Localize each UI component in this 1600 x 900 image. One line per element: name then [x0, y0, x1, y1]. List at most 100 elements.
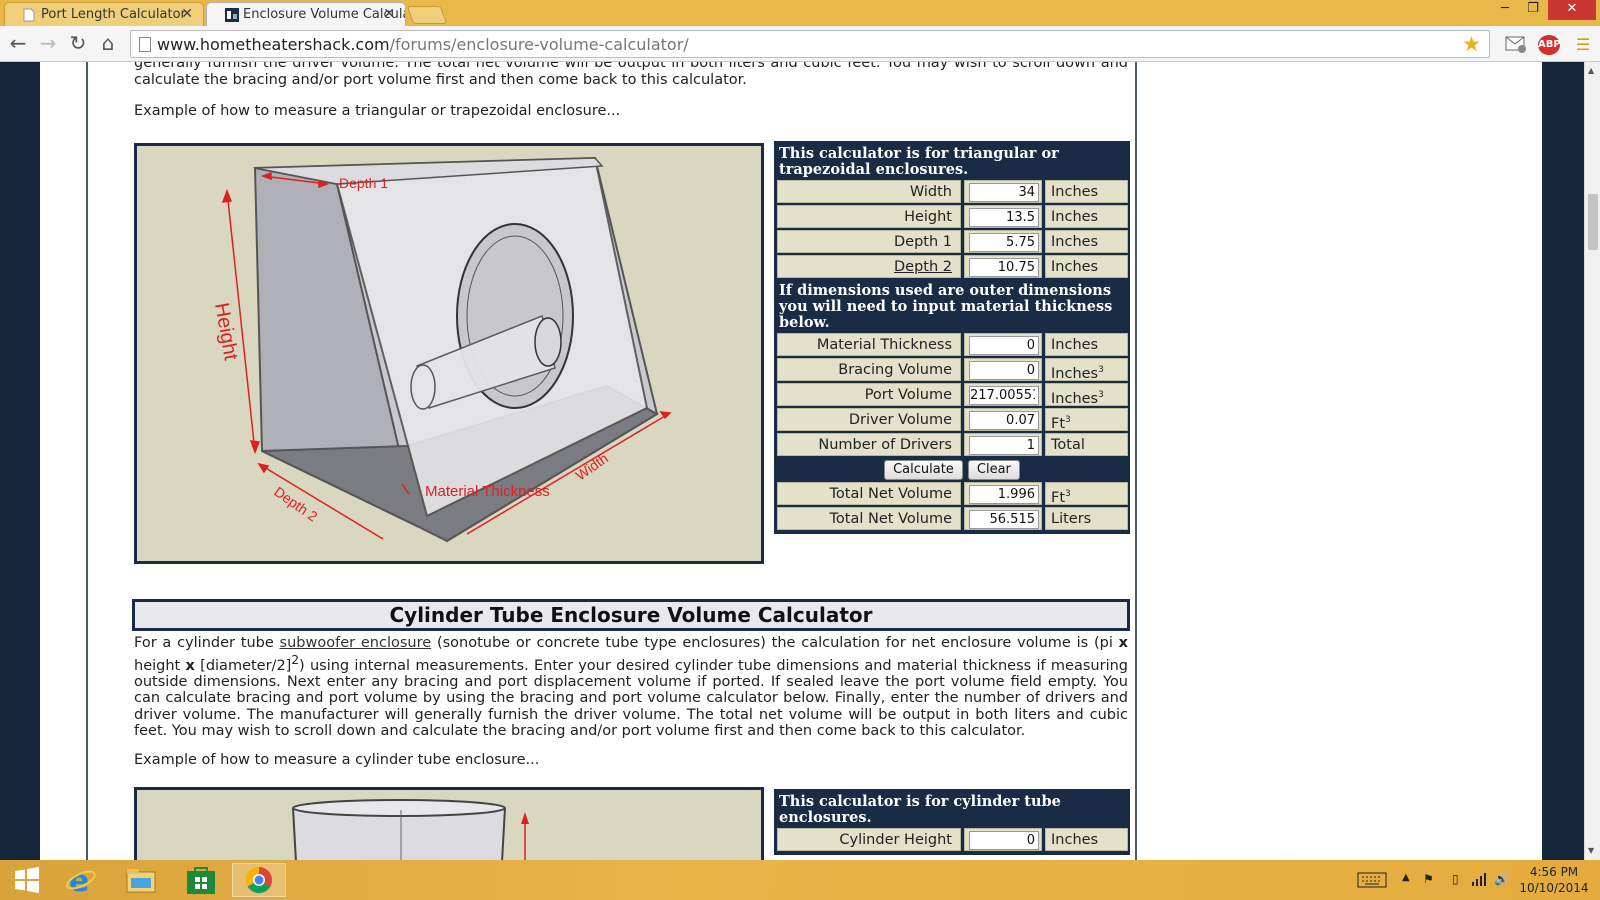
bookmark-star-icon[interactable]: ★ [1462, 32, 1481, 56]
driver-volume-unit: Ft3 [1045, 408, 1128, 432]
multiply-symbol: x [1118, 635, 1128, 651]
close-tab-icon[interactable]: ✕ [181, 6, 193, 22]
subwoofer-enclosure-link[interactable]: subwoofer enclosure [280, 635, 432, 651]
depth1-label: Depth 1 [777, 230, 961, 253]
trapezoid-calculator: This calculator is for triangular or tra… [774, 141, 1130, 534]
clear-button[interactable]: Clear [967, 460, 1020, 480]
address-bar[interactable]: www.hometheatershack.com/forums/enclosur… [130, 30, 1490, 58]
total-net-volume-liters-row: Total Net Volume Liters [776, 507, 1128, 532]
unit-text: Inches [1051, 209, 1099, 225]
number-of-drivers-input[interactable] [969, 436, 1039, 455]
svg-text:e: e [69, 864, 89, 896]
depth1-input[interactable] [969, 233, 1039, 252]
unit-text: Inches [1051, 184, 1099, 200]
scroll-up-icon[interactable]: ▲ [1588, 66, 1594, 75]
port-volume-input[interactable] [969, 386, 1039, 405]
close-tab-icon[interactable]: ✕ [383, 6, 395, 22]
material-thickness-input[interactable] [969, 336, 1039, 355]
show-hidden-icons[interactable]: ▲ [1402, 872, 1410, 883]
chrome-taskbar-icon[interactable] [232, 863, 286, 897]
taskbar: e ▲ ⚑ ▯ 🔊 4:56 PM 10/10/2014 [0, 860, 1600, 900]
url-text[interactable]: www.hometheatershack.com/forums/enclosur… [157, 35, 689, 54]
page-left-gutter [0, 62, 40, 860]
unit-exponent: 3 [1098, 365, 1104, 375]
total-net-volume-ft3-output[interactable] [969, 485, 1039, 504]
tab-port-length-calculator[interactable]: Port Length Calculator ✕ [4, 2, 204, 26]
restore-icon[interactable]: ❐ [1522, 0, 1544, 20]
total-net-volume-ft3-row: Total Net Volume Ft3 [776, 482, 1128, 507]
depth1-label: Depth 1 [339, 175, 388, 191]
cylinder-height-unit: Inches [1045, 828, 1128, 851]
number-of-drivers-row: Number of Drivers Total [776, 433, 1128, 458]
page-icon [23, 8, 36, 22]
window-close-icon[interactable]: ✕ [1548, 0, 1596, 20]
unit-text: Inches [1051, 234, 1099, 250]
tab-title: Enclosure Volume Calcula [243, 7, 406, 22]
calculate-button[interactable]: Calculate [884, 460, 963, 480]
material-thickness-row: Material Thickness Inches [776, 333, 1128, 358]
new-tab-button[interactable] [406, 6, 448, 24]
height-input[interactable] [969, 208, 1039, 227]
home-icon[interactable]: ⌂ [96, 32, 120, 56]
adblock-plus-icon[interactable]: ABP [1538, 35, 1561, 55]
tab-enclosure-volume-calculator[interactable]: Enclosure Volume Calcula ✕ [206, 2, 406, 26]
port-volume-unit: Inches3 [1045, 383, 1128, 407]
unit-exponent: 3 [1065, 489, 1071, 499]
cyl-text-2: (sonotube or concrete tube type enclosur… [436, 635, 1113, 651]
depth2-input[interactable] [969, 258, 1039, 277]
unit-exponent: 3 [1065, 415, 1071, 425]
bracing-volume-unit: Inches3 [1045, 358, 1128, 382]
battery-icon[interactable]: ▯ [1452, 872, 1459, 886]
scroll-thumb[interactable] [1588, 194, 1598, 250]
height-unit: Inches [1045, 205, 1128, 228]
back-icon[interactable]: ← [6, 32, 30, 56]
network-signal-icon[interactable] [1472, 872, 1486, 889]
clock-date: 10/10/2014 [1519, 881, 1589, 895]
scroll-down-icon[interactable]: ▼ [1588, 846, 1594, 855]
bracing-volume-label: Bracing Volume [777, 358, 961, 381]
hts-logo-icon [225, 8, 239, 22]
cylinder-height-label: Cylinder Height [777, 828, 961, 851]
store-icon[interactable] [174, 863, 228, 897]
system-clock[interactable]: 4:56 PM 10/10/2014 [1514, 864, 1594, 896]
total-net-volume-liters-unit: Liters [1045, 507, 1128, 530]
material-thickness-unit: Inches [1045, 333, 1128, 356]
width-row: Width Inches [776, 180, 1128, 205]
depth1-unit: Inches [1045, 230, 1128, 253]
reload-icon[interactable]: ↻ [66, 32, 90, 56]
browser-title-bar: Port Length Calculator ✕ Enclosure Volum… [0, 0, 1600, 26]
adblock-label: ABP [1538, 39, 1561, 50]
unit-text: Liters [1051, 511, 1092, 527]
number-of-drivers-label: Number of Drivers [777, 433, 961, 456]
bracing-volume-input[interactable] [969, 361, 1039, 380]
minimize-icon[interactable]: ─ [1495, 0, 1515, 20]
windows-start-icon[interactable] [0, 863, 54, 897]
volume-icon[interactable]: 🔊 [1494, 872, 1509, 886]
unit-text: Total [1051, 437, 1085, 453]
vertical-scrollbar[interactable]: ▲ ▼ [1584, 62, 1600, 860]
action-center-flag-icon[interactable]: ⚑ [1423, 872, 1434, 886]
driver-volume-input[interactable] [969, 411, 1039, 430]
page-right-gutter [1542, 62, 1584, 860]
driver-volume-row: Driver Volume Ft3 [776, 408, 1128, 433]
cylinder-example-caption: Example of how to measure a cylinder tub… [134, 752, 540, 768]
unit-text: Ft [1051, 489, 1066, 506]
touch-keyboard-icon[interactable] [1357, 872, 1387, 891]
cylinder-enclosure-diagram [134, 787, 764, 860]
width-input[interactable] [969, 183, 1039, 202]
mail-checker-icon[interactable] [1505, 35, 1527, 55]
clock-time: 4:56 PM [1529, 865, 1579, 879]
cylinder-height-input[interactable] [969, 831, 1039, 850]
url-domain: www.hometheatershack.com [157, 35, 390, 54]
outer-dimensions-note: If dimensions used are outer dimensions … [779, 282, 1113, 331]
internet-explorer-icon[interactable]: e [54, 863, 108, 897]
bracing-volume-row: Bracing Volume Inches3 [776, 358, 1128, 383]
browser-toolbar: ← → ↻ ⌂ www.hometheatershack.com/forums/… [0, 26, 1600, 62]
total-net-volume-liters-output[interactable] [969, 510, 1039, 529]
chrome-menu-icon[interactable]: ☰ [1572, 35, 1594, 55]
tab-title: Port Length Calculator [41, 7, 186, 22]
width-label: Width [777, 180, 961, 203]
file-explorer-icon[interactable] [114, 863, 168, 897]
forward-icon[interactable]: → [36, 32, 60, 56]
depth2-link[interactable]: Depth 2 [894, 259, 952, 275]
